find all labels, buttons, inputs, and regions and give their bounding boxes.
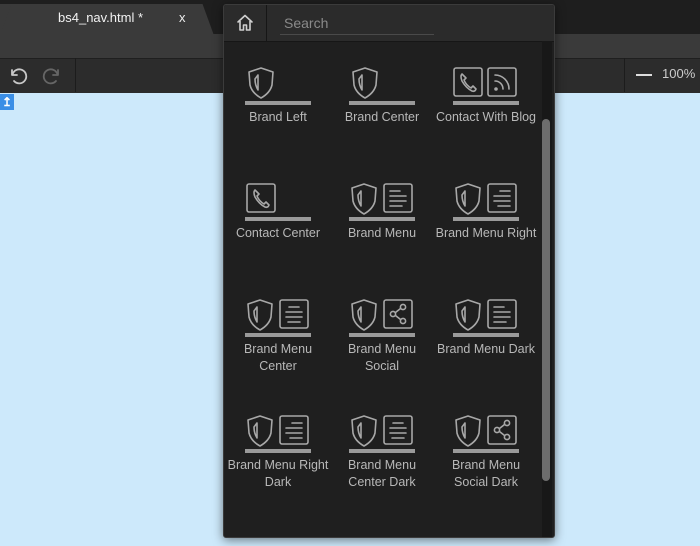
tile-label: Contact With Blog: [435, 110, 537, 124]
shield-menu-left-icon: [455, 299, 517, 331]
tile-underline: [349, 333, 415, 337]
snippet-tile[interactable]: Brand Menu Center: [226, 267, 330, 373]
shield-menu-right-icon: [247, 415, 309, 447]
tile-underline: [245, 333, 311, 337]
phone-rss-icon: [453, 67, 517, 97]
zoom-out-button[interactable]: [636, 74, 652, 76]
tile-underline: [349, 101, 415, 105]
snippet-tile[interactable]: Brand Left: [226, 35, 330, 135]
home-icon: [237, 14, 253, 31]
tile-label: Contact Center: [235, 226, 321, 240]
shield-menu-left-icon: [351, 183, 413, 215]
tile-label: Brand Menu Social: [347, 342, 417, 373]
shield-menu-right-icon: [455, 183, 517, 215]
snippet-tile[interactable]: Brand Menu: [330, 151, 434, 251]
shield-menu-center-icon: [351, 415, 413, 447]
shield-share-icon: [351, 299, 413, 331]
tile-underline: [245, 101, 311, 105]
shield-menu-center-icon: [247, 299, 309, 331]
tile-underline: [245, 449, 311, 453]
tile-underline: [245, 217, 311, 221]
editor-tab[interactable]: bs4_nav.html * x: [0, 4, 200, 34]
tab-close-button[interactable]: x: [179, 10, 186, 25]
tile-underline: [349, 217, 415, 221]
insert-marker-icon[interactable]: ↥: [0, 94, 14, 110]
snippet-tile[interactable]: Brand Menu Right: [434, 151, 538, 251]
tile-label: Brand Menu Center: [243, 342, 313, 373]
phone-icon: [246, 183, 276, 213]
tile-label: Brand Left: [249, 110, 307, 124]
tile-label: Brand Menu: [347, 226, 417, 240]
snippet-tile[interactable]: Contact With Blog: [434, 35, 538, 135]
snippet-tile[interactable]: Brand Menu Center Dark: [330, 383, 434, 489]
toolbar-separator: [75, 58, 76, 92]
tile-label: Brand Center: [344, 110, 420, 124]
snippet-tile[interactable]: Brand Menu Social Dark: [434, 383, 538, 489]
snippet-tile[interactable]: Brand Menu Right Dark: [226, 383, 330, 489]
snippet-panel: Brand Left Brand Center Contact With Blog C…: [223, 4, 555, 538]
snippet-tile[interactable]: Contact Center: [226, 151, 330, 251]
tile-label: Brand Menu Center Dark: [347, 458, 417, 489]
tab-title: bs4_nav.html *: [58, 10, 144, 25]
shield-icon: [352, 67, 378, 99]
tile-label: Brand Menu Social Dark: [451, 458, 521, 489]
scrollbar-thumb[interactable]: [542, 119, 550, 481]
redo-icon[interactable]: [42, 64, 64, 86]
snippet-tile[interactable]: Brand Menu Dark: [434, 267, 538, 367]
tile-underline: [349, 449, 415, 453]
zoom-level: 100%: [662, 66, 696, 81]
shield-share-icon: [455, 415, 517, 447]
tile-label: Brand Menu Right Dark: [227, 458, 329, 489]
search-input[interactable]: [280, 12, 434, 35]
tile-underline: [453, 333, 519, 337]
snippet-tile[interactable]: Brand Menu Social: [330, 267, 434, 373]
tile-label: Brand Menu Dark: [437, 342, 535, 356]
tile-underline: [453, 449, 519, 453]
snippet-tile[interactable]: Brand Center: [330, 35, 434, 135]
tile-underline: [453, 217, 519, 221]
tile-label: Brand Menu Right: [435, 226, 537, 240]
snippet-grid: Brand Left Brand Center Contact With Blog C…: [224, 41, 536, 535]
shield-icon: [248, 67, 274, 99]
undo-icon[interactable]: [6, 64, 28, 86]
tile-underline: [453, 101, 519, 105]
toolbar-separator: [624, 58, 625, 92]
